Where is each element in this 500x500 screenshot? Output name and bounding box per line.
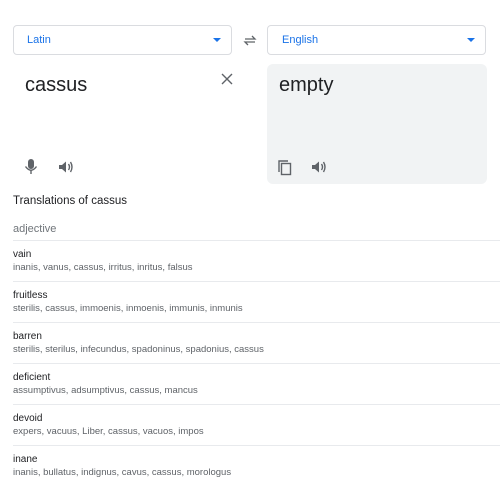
translations-heading: Translations of cassus [13,195,127,207]
close-icon[interactable] [219,71,235,87]
target-text-panel: empty [267,64,487,184]
copy-icon[interactable] [277,159,293,177]
source-text-panel[interactable]: cassus [13,64,260,184]
list-item[interactable]: barren sterilis, sterilus, infecundus, s… [13,322,500,363]
translation-synonyms: inanis, vanus, cassus, irritus, inritus,… [13,262,193,273]
source-text[interactable]: cassus [25,74,87,97]
source-language-label: Latin [27,34,51,46]
list-item[interactable]: deficient assumptivus, adsumptivus, cass… [13,363,500,404]
translation-word[interactable]: barren [13,330,500,343]
translations-list: vain inanis, vanus, cassus, irritus, inr… [13,240,500,486]
part-of-speech-label: adjective [13,223,57,235]
translation-synonyms: assumptivus, adsumptivus, cassus, mancus [13,385,198,396]
translation-synonyms: expers, vacuus, Liber, cassus, vacuos, i… [13,426,204,437]
speaker-icon[interactable] [57,158,75,176]
translation-word[interactable]: fruitless [13,289,500,302]
list-item[interactable]: inane inanis, bullatus, indignus, cavus,… [13,445,500,486]
chevron-down-icon [213,38,221,42]
translation-word[interactable]: deficient [13,371,500,384]
speaker-icon[interactable] [310,158,328,176]
source-language-select[interactable]: Latin [13,25,232,55]
target-language-select[interactable]: English [267,25,486,55]
translation-synonyms: inanis, bullatus, indignus, cavus, cassu… [13,467,232,478]
swap-icon[interactable] [240,31,260,49]
target-text: empty [279,74,334,96]
translation-synonyms: sterilis, sterilus, infecundus, spadonin… [13,344,264,355]
translation-word[interactable]: inane [13,453,500,466]
translation-word[interactable]: vain [13,248,500,261]
translation-synonyms: sterilis, cassus, immoenis, inmoenis, im… [13,303,243,314]
translation-word[interactable]: devoid [13,412,500,425]
list-item[interactable]: devoid expers, vacuus, Liber, cassus, va… [13,404,500,445]
chevron-down-icon [467,38,475,42]
list-item[interactable]: vain inanis, vanus, cassus, irritus, inr… [13,240,500,281]
microphone-icon[interactable] [23,158,39,176]
list-item[interactable]: fruitless sterilis, cassus, immoenis, in… [13,281,500,322]
target-language-label: English [282,34,319,46]
